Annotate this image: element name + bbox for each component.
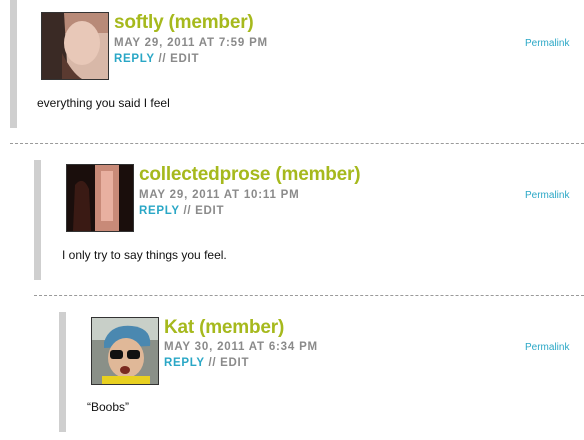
action-separator: // (208, 357, 221, 369)
edit-link[interactable]: EDIT (220, 357, 249, 369)
comment-date: MAY 29, 2011 AT 7:59 PM (114, 37, 268, 49)
comment-author[interactable]: collectedprose (member) (139, 164, 361, 186)
avatar-photo-image (67, 165, 133, 231)
permalink[interactable]: Permalink (525, 190, 569, 201)
permalink[interactable]: Permalink (525, 342, 569, 353)
avatar[interactable] (41, 12, 109, 80)
avatar[interactable] (66, 164, 134, 232)
comment-kat: Kat (member) MAY 30, 2011 AT 6:34 PM REP… (59, 312, 584, 432)
comment-actions: REPLY // EDIT (139, 205, 224, 217)
comment-text: “Boobs” (87, 400, 130, 414)
comment-author[interactable]: Kat (member) (164, 317, 284, 339)
comment-collectedprose: collectedprose (member) MAY 29, 2011 AT … (34, 160, 584, 280)
action-separator: // (158, 53, 171, 65)
reply-link[interactable]: REPLY (164, 357, 205, 369)
avatar[interactable] (91, 317, 159, 385)
avatar-photo-image (42, 13, 108, 79)
comment-divider (34, 295, 584, 296)
comment-date: MAY 30, 2011 AT 6:34 PM (164, 341, 318, 353)
edit-link[interactable]: EDIT (195, 205, 224, 217)
comment-actions: REPLY // EDIT (114, 53, 199, 65)
comment-actions: REPLY // EDIT (164, 357, 249, 369)
thread-bar (34, 160, 41, 280)
thread-bar (10, 0, 17, 128)
reply-link[interactable]: REPLY (114, 53, 155, 65)
permalink[interactable]: Permalink (525, 38, 569, 49)
comment-text: everything you said I feel (37, 96, 170, 110)
action-separator: // (183, 205, 196, 217)
comment-date: MAY 29, 2011 AT 10:11 PM (139, 189, 300, 201)
reply-link[interactable]: REPLY (139, 205, 180, 217)
comment-softly: softly (member) MAY 29, 2011 AT 7:59 PM … (10, 0, 584, 128)
edit-link[interactable]: EDIT (170, 53, 199, 65)
avatar-photo-image (92, 318, 158, 384)
comment-divider (10, 143, 584, 144)
thread-bar (59, 312, 66, 432)
comment-text: I only try to say things you feel. (62, 248, 227, 262)
comment-author[interactable]: softly (member) (114, 12, 254, 34)
